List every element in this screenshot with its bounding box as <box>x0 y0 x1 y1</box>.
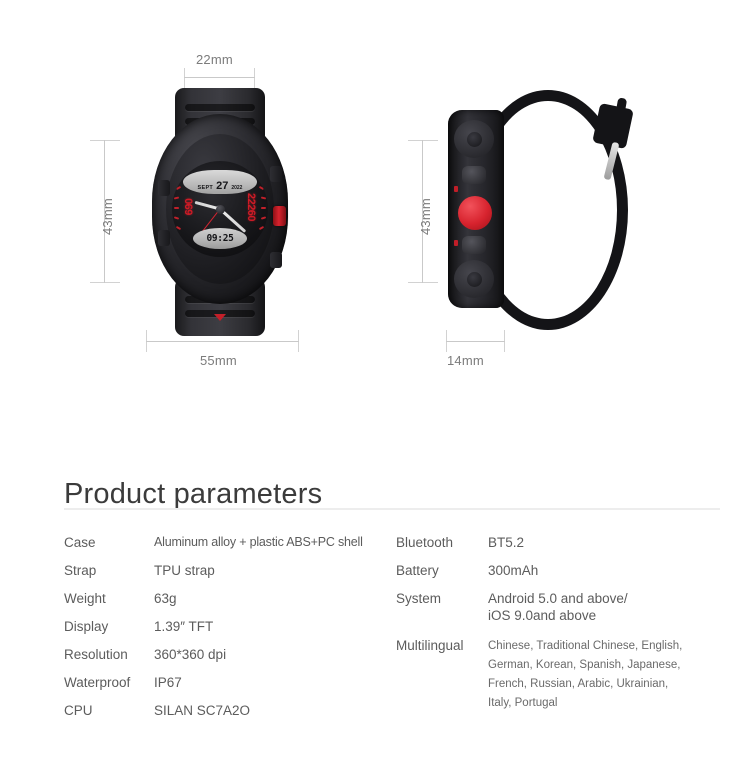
product-figure: 22mm 43mm 55mm 43mm 14mm SMART WATCH <box>0 0 750 440</box>
dial-digital-window: 09:25 <box>193 228 247 249</box>
spec-key: CPU <box>64 703 93 718</box>
spec-value-line: Italy, Portugal <box>488 697 558 709</box>
spec-key: Case <box>64 535 96 550</box>
dim-tick-side43-top <box>408 140 438 141</box>
dial-hand-cap <box>215 204 225 214</box>
dim-label-case-thickness: 14mm <box>447 353 484 368</box>
spec-row-multilingual: Multilingual Chinese, Traditional Chines… <box>396 637 726 713</box>
smartwatch-side-view <box>448 88 678 333</box>
spec-value: Aluminum alloy + plastic ABS+PC shell <box>154 535 363 549</box>
spec-row-waterproof: Waterproof IP67 <box>64 674 394 691</box>
watch-lug-bottom <box>454 260 494 298</box>
spec-value-line: French, Russian, Arabic, Ukrainian, <box>488 678 669 690</box>
spec-row-resolution: Resolution 360*360 dpi <box>64 646 394 663</box>
watch-button-left-bottom <box>158 230 170 246</box>
spec-key: Multilingual <box>396 638 464 653</box>
watch-case-inner: SEPT 27 2022 690 22260 09:25 <box>166 134 274 284</box>
watch-side-pusher-top <box>462 166 486 184</box>
spec-key: Resolution <box>64 647 128 662</box>
spec-value-line: Chinese, Traditional Chinese, English, <box>488 640 683 652</box>
spec-row-cpu: CPU SILAN SC7A2O <box>64 702 394 719</box>
spec-value-line: German, Korean, Spanish, Japanese, <box>488 659 681 671</box>
dim-label-case-height: 43mm <box>100 198 115 235</box>
spec-row-system: System Android 5.0 and above/ iOS 9.0and… <box>396 590 726 624</box>
watch-side-accent-top <box>454 186 458 192</box>
spec-value-line: Android 5.0 and above/ <box>488 591 628 606</box>
spec-value: 360*360 dpi <box>154 647 227 662</box>
spec-value: Android 5.0 and above/ iOS 9.0and above <box>488 590 628 624</box>
spec-value: SILAN SC7A2O <box>154 703 251 718</box>
spec-value: TPU strap <box>154 563 215 578</box>
spec-key: Display <box>64 619 109 634</box>
dial-date-month: SEPT <box>197 185 214 191</box>
dim-tick-22mm-left <box>184 68 185 90</box>
spec-row-display: Display 1.39″ TFT <box>64 618 394 635</box>
spec-key: Waterproof <box>64 675 131 690</box>
spec-value: BT5.2 <box>488 535 525 550</box>
dim-line-22mm <box>184 77 255 78</box>
page-title: Product parameters <box>64 478 323 511</box>
watch-button-left-top <box>158 180 170 196</box>
spec-key: Strap <box>64 563 97 578</box>
dial-date-window: SEPT 27 2022 <box>183 170 257 194</box>
dim-label-side-height: 43mm <box>418 198 433 235</box>
watch-case: SMART WATCH SEPT 27 2022 <box>152 114 288 321</box>
watch-button-right-bottom <box>270 252 282 268</box>
dial-subcounter-left: 690 <box>183 198 196 216</box>
spec-row-case: Case Aluminum alloy + plastic ABS+PC she… <box>64 534 394 551</box>
watch-bottom-marker-icon <box>214 314 226 321</box>
dim-tick-22mm-right <box>254 68 255 90</box>
spec-row-battery: Battery 300mAh <box>396 562 726 579</box>
spec-key: System <box>396 591 442 606</box>
dim-tick-side43-bottom <box>408 282 438 283</box>
spec-key: Bluetooth <box>396 535 454 550</box>
spec-value: IP67 <box>154 675 182 690</box>
dim-line-55mm <box>146 341 299 342</box>
spec-row-weight: Weight 63g <box>64 590 394 607</box>
dial-date-year: 2022 <box>231 185 243 191</box>
spec-value: 300mAh <box>488 563 539 578</box>
watch-case-profile <box>448 110 504 308</box>
section-divider <box>64 508 720 510</box>
dim-tick-43mm-top <box>90 140 120 141</box>
dim-tick-43mm-bottom <box>90 282 120 283</box>
dim-label-case-width: 55mm <box>200 353 237 368</box>
spec-table-left: Case Aluminum alloy + plastic ABS+PC she… <box>64 534 394 730</box>
spec-row-strap: Strap TPU strap <box>64 562 394 579</box>
smartwatch-front-view: SMART WATCH SEPT 27 2022 <box>139 88 301 336</box>
watch-button-right-top <box>270 166 282 182</box>
watch-side-accent-bottom <box>454 240 458 246</box>
dim-label-strap-width: 22mm <box>196 52 233 67</box>
spec-key: Weight <box>64 591 106 606</box>
dial-digital-time: 09:25 <box>206 233 234 244</box>
watch-red-button <box>458 196 492 230</box>
watch-red-crown <box>273 206 286 226</box>
spec-row-bluetooth: Bluetooth BT5.2 <box>396 534 726 551</box>
watch-dial: SEPT 27 2022 690 22260 09:25 <box>172 161 268 257</box>
spec-key: Battery <box>396 563 439 578</box>
watch-lug-top <box>454 120 494 158</box>
spec-table-right: Bluetooth BT5.2 Battery 300mAh System An… <box>396 534 726 724</box>
spec-value: Chinese, Traditional Chinese, English, G… <box>488 637 716 713</box>
spec-value-line: iOS 9.0and above <box>488 608 597 623</box>
spec-value: 1.39″ TFT <box>154 619 214 634</box>
dial-date-day: 27 <box>216 180 229 192</box>
spec-value: 63g <box>154 591 177 606</box>
dial-subcounter-right: 22260 <box>244 192 257 222</box>
dim-line-14mm <box>446 341 505 342</box>
watch-side-pusher-bottom <box>462 236 486 254</box>
